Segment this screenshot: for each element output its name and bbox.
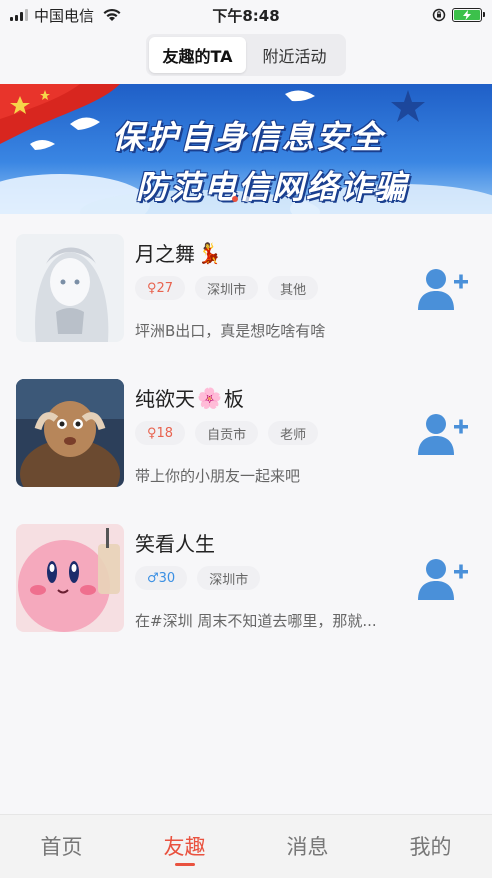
tab-messages[interactable]: 消息	[246, 815, 369, 878]
avatar[interactable]	[16, 379, 124, 487]
avatar[interactable]	[16, 524, 124, 632]
carousel-indicator	[232, 196, 250, 202]
female-icon: ♀	[147, 425, 157, 441]
user-name: 纯欲天 🌸 板	[135, 383, 244, 412]
tab-friends-ta[interactable]: 友趣的TA	[149, 37, 246, 73]
rotation-lock-icon	[432, 8, 446, 22]
cellular-signal-icon	[10, 9, 28, 21]
tab-messages-label: 消息	[286, 835, 329, 859]
battery-charging-icon	[452, 8, 485, 22]
tab-home-label: 首页	[40, 835, 83, 859]
user-bio: 带上你的小朋友一起来吧	[135, 467, 301, 485]
user-name-text: 纯欲天	[135, 387, 195, 411]
banner-headline-1: 保护自身信息安全	[112, 118, 385, 156]
tab-friends-label: 友趣	[163, 835, 206, 859]
user-name: 笑看人生	[135, 528, 215, 557]
user-name-text: 月之舞	[135, 242, 195, 266]
carrier-name: 中国电信	[34, 6, 95, 25]
gender-age-badge: ♂ 30	[135, 566, 188, 590]
user-card[interactable]: 纯欲天 🌸 板 ♀ 18 自贡市 老师 带上你的小朋友一起来吧	[0, 379, 492, 524]
occupation-badge: 其他	[268, 276, 319, 300]
tab-nearby-activities[interactable]: 附近活动	[246, 37, 343, 73]
user-name-suffix: 板	[223, 387, 244, 411]
city-badge: 深圳市	[197, 566, 261, 590]
gender-age-badge: ♀ 18	[135, 421, 186, 445]
occupation-badge: 老师	[268, 421, 319, 445]
user-card[interactable]: 月之舞 💃 ♀ 27 深圳市 其他 坪洲B出口，真是想吃啥有啥	[0, 234, 492, 379]
dancer-emoji: 💃	[197, 240, 222, 265]
segmented-control: 友趣的TA 附近活动	[146, 34, 346, 76]
status-bar: 中国电信 下午8:48	[0, 0, 492, 30]
active-tab-indicator	[174, 863, 195, 866]
user-bio: 在#深圳 周末不知道去哪里，那就...	[135, 612, 377, 630]
male-icon: ♂	[147, 570, 159, 586]
bottom-tab-bar: 首页 友趣 消息 我的	[0, 814, 492, 878]
user-list: 月之舞 💃 ♀ 27 深圳市 其他 坪洲B出口，真是想吃啥有啥 纯欲天 🌸 板 …	[0, 234, 492, 669]
user-card[interactable]: 笑看人生 ♂ 30 深圳市 在#深圳 周末不知道去哪里，那就...	[0, 524, 492, 669]
user-tags: ♀ 27 深圳市 其他	[135, 276, 319, 300]
age-value: 18	[156, 425, 174, 441]
wifi-icon	[103, 8, 121, 21]
person-add-icon[interactable]	[416, 266, 470, 312]
female-icon: ♀	[147, 280, 157, 296]
promo-banner[interactable]: 保护自身信息安全 防范电信网络诈骗	[0, 84, 492, 214]
city-badge: 深圳市	[195, 276, 259, 300]
person-add-icon[interactable]	[416, 411, 470, 457]
flower-emoji: 🌸	[197, 385, 222, 410]
user-name-text: 笑看人生	[135, 532, 215, 556]
tab-mine[interactable]: 我的	[369, 815, 492, 878]
tab-friends[interactable]: 友趣	[123, 815, 246, 878]
tab-mine-label: 我的	[409, 835, 452, 859]
user-name: 月之舞 💃	[135, 238, 222, 267]
user-tags: ♀ 18 自贡市 老师	[135, 421, 319, 445]
city-badge: 自贡市	[195, 421, 259, 445]
tab-home[interactable]: 首页	[0, 815, 123, 878]
carousel-dot	[232, 196, 238, 202]
avatar[interactable]	[16, 234, 124, 342]
banner-headline-2: 防范电信网络诈骗	[136, 168, 409, 206]
user-bio: 坪洲B出口，真是想吃啥有啥	[135, 322, 326, 340]
age-value: 30	[158, 570, 176, 586]
carousel-dot	[244, 196, 250, 202]
gender-age-badge: ♀ 27	[135, 276, 186, 300]
person-add-icon[interactable]	[416, 556, 470, 602]
user-tags: ♂ 30 深圳市	[135, 566, 261, 590]
age-value: 27	[156, 280, 174, 296]
